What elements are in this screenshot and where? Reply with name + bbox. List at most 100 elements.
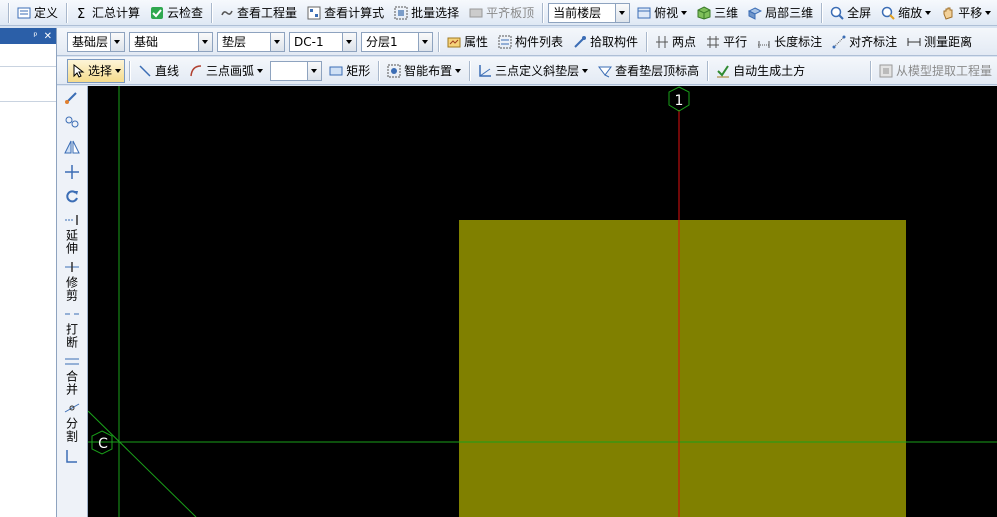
arc-mode-select[interactable]	[269, 60, 323, 81]
split-label: 分割	[64, 417, 79, 443]
toolbar-separator	[542, 2, 544, 23]
local-3d-button[interactable]: 局部三维	[744, 1, 817, 25]
link-icon	[220, 6, 234, 20]
main-toolbar: 定义 Σ 汇总计算 云检查 查看工程量 查看计算式 批量选择 平齐板顶 当前楼层…	[0, 0, 997, 26]
batch-select-button[interactable]: 批量选择	[390, 1, 463, 25]
merge-tool-button[interactable]: 合并	[57, 352, 87, 399]
pan-button[interactable]: 平移	[937, 1, 995, 25]
category-select[interactable]: 基础	[129, 31, 213, 52]
define-slope-button[interactable]: 三点定义斜垫层	[474, 59, 592, 83]
extract-icon	[879, 64, 893, 78]
move-tool-button[interactable]	[57, 161, 87, 186]
draw-toolbar: 选择 直线 三点画弧 矩形 智能布置 三点定义斜垫层 查看垫层顶标高 自动生成土…	[57, 57, 997, 85]
sum-calc-button[interactable]: Σ 汇总计算	[71, 1, 144, 25]
smart-layout-button[interactable]: 智能布置	[383, 59, 465, 83]
rectangle-button[interactable]: 矩形	[325, 59, 374, 83]
chevron-down-icon[interactable]	[270, 32, 284, 51]
three-d-button[interactable]: 三维	[693, 1, 742, 25]
auto-earthwork-label: 自动生成土方	[733, 64, 806, 78]
select-button[interactable]: 选择	[67, 58, 126, 83]
pin-icon[interactable]: ᵖ	[33, 31, 37, 42]
two-points-button[interactable]: 两点	[651, 30, 700, 54]
smart-layout-icon	[387, 64, 401, 78]
batch-select-label: 批量选择	[411, 6, 460, 20]
chevron-down-icon[interactable]	[198, 32, 212, 51]
type-select[interactable]: 垫层	[217, 31, 285, 52]
extract-from-model-button[interactable]: 从模型提取工程量	[875, 59, 996, 83]
axis-1-label: 1	[675, 93, 684, 109]
extend-icon	[64, 214, 80, 229]
copy-tool-button[interactable]	[57, 111, 87, 136]
pick-component-button[interactable]: 拾取构件	[569, 30, 642, 54]
break-tool-button[interactable]: 打断	[57, 305, 87, 352]
pan-label: 平移	[958, 6, 983, 20]
drawing-canvas[interactable]: 1 C	[88, 86, 997, 517]
extend-label: 延伸	[64, 229, 79, 255]
edit-toolbar: 延伸 修剪 打断 合并 分割	[57, 86, 88, 517]
three-d-label: 三维	[714, 6, 739, 20]
zoom-button[interactable]: 缩放	[877, 1, 935, 25]
line-button[interactable]: 直线	[134, 59, 183, 83]
eyedropper-icon	[573, 35, 587, 49]
cushion-component[interactable]	[459, 220, 906, 517]
list-icon	[498, 35, 512, 49]
auto-earthwork-button[interactable]: 自动生成土方	[712, 59, 809, 83]
properties-icon	[447, 35, 461, 49]
view-cushion-top-button[interactable]: 查看垫层顶标高	[594, 59, 703, 83]
view-formula-button[interactable]: 查看计算式	[303, 1, 388, 25]
trim-tool-button[interactable]: 修剪	[57, 258, 87, 305]
top-view-label: 俯视	[654, 6, 679, 20]
properties-button[interactable]: 属性	[443, 30, 492, 54]
dimension-icon	[757, 35, 771, 49]
component-list-button[interactable]: 构件列表	[494, 30, 567, 54]
slope-icon	[478, 64, 492, 78]
chevron-down-icon[interactable]	[342, 32, 356, 51]
view-formula-label: 查看计算式	[324, 6, 385, 20]
align-dim-icon	[832, 35, 846, 49]
chevron-down-icon[interactable]	[307, 61, 322, 80]
category-value: 基础	[134, 35, 159, 49]
chevron-down-icon[interactable]	[418, 32, 432, 51]
fullscreen-button[interactable]: 全屏	[826, 1, 875, 25]
cloud-check-label: 云检查	[167, 6, 204, 20]
define-label: 定义	[34, 6, 59, 20]
mirror-tool-button[interactable]	[57, 136, 87, 161]
type-value: 垫层	[222, 35, 247, 49]
floor-scope-select[interactable]: 当前楼层	[548, 2, 631, 23]
local-3d-label: 局部三维	[765, 6, 814, 20]
trim-label: 修剪	[64, 276, 79, 302]
component-select[interactable]: DC-1	[289, 31, 357, 52]
view-quantity-button[interactable]: 查看工程量	[216, 1, 301, 25]
panel-divider	[0, 101, 56, 102]
rotate-tool-button[interactable]	[57, 186, 87, 211]
offset-tool-button[interactable]	[57, 446, 87, 469]
length-dim-button[interactable]: 长度标注	[753, 30, 826, 54]
top-view-button[interactable]: 俯视	[633, 1, 691, 25]
toolbar-separator	[8, 2, 9, 23]
split-tool-button[interactable]: 分割	[57, 399, 87, 446]
parallel-button[interactable]: 平行	[702, 30, 751, 54]
cloud-check-button[interactable]: 云检查	[146, 1, 207, 25]
measure-distance-button[interactable]: 测量距离	[903, 30, 976, 54]
close-icon[interactable]: ✕	[44, 31, 52, 42]
panel-header: ᵖ ✕	[0, 28, 56, 44]
floor-select[interactable]: 基础层	[67, 31, 125, 52]
grid-two-points-icon	[655, 35, 669, 49]
chevron-down-icon[interactable]	[615, 3, 630, 22]
define-button[interactable]: 定义	[13, 1, 62, 25]
align-dim-button[interactable]: 对齐标注	[828, 30, 901, 54]
panel-divider	[0, 66, 56, 67]
select-label: 选择	[88, 64, 113, 78]
properties-label: 属性	[464, 35, 489, 49]
align-slab-top-button[interactable]: 平齐板顶	[465, 1, 538, 25]
brush-tool-button[interactable]	[57, 86, 87, 111]
layer-select[interactable]: 分层1	[361, 31, 433, 52]
arc-button[interactable]: 三点画弧	[185, 59, 267, 83]
move-icon	[64, 164, 80, 183]
diagonal-guide-line	[88, 410, 197, 517]
extend-tool-button[interactable]: 延伸	[57, 211, 87, 258]
align-dim-label: 对齐标注	[849, 35, 898, 49]
chevron-down-icon[interactable]	[110, 32, 124, 51]
layer-value: 分层1	[366, 35, 398, 49]
canvas-svg: 1 C	[88, 86, 997, 517]
